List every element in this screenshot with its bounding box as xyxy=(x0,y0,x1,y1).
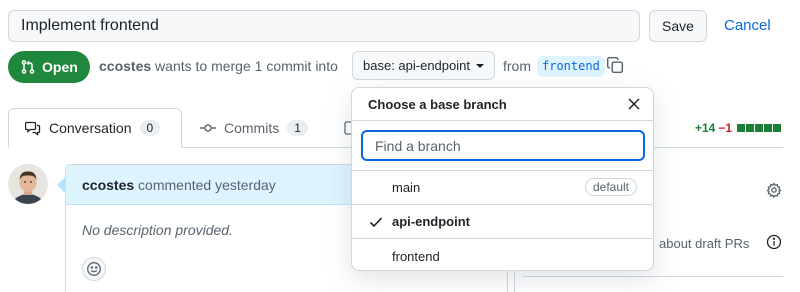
copy-icon[interactable] xyxy=(606,56,624,74)
caret-down-icon xyxy=(475,63,484,68)
head-branch-chip[interactable]: frontend xyxy=(537,56,605,77)
pr-merge-summary: ccostes wants to merge 1 commit into xyxy=(99,58,338,74)
cancel-link[interactable]: Cancel xyxy=(724,17,771,34)
from-text: from xyxy=(503,58,531,74)
comment-action: commented yesterday xyxy=(138,177,276,193)
branch-filter-input[interactable] xyxy=(361,130,645,161)
dropdown-header: Choose a base branch xyxy=(352,88,653,121)
branch-option-label: api-endpoint xyxy=(392,214,470,229)
pr-author-link[interactable]: ccostes xyxy=(99,58,151,74)
base-branch-dropdown: Choose a base branch main default api-en… xyxy=(351,87,654,271)
branch-option-main[interactable]: main default xyxy=(352,171,653,205)
merge-text: wants to merge 1 commit into xyxy=(155,58,338,74)
gear-icon[interactable] xyxy=(766,182,782,198)
base-branch-select[interactable]: base: api-endpoint xyxy=(352,51,495,80)
add-reaction-button[interactable] xyxy=(82,257,106,281)
base-branch-label: base: api-endpoint xyxy=(363,58,470,73)
tab-conversation-count: 0 xyxy=(139,120,161,136)
save-button[interactable]: Save xyxy=(649,10,707,42)
diff-additions: +14 xyxy=(695,121,716,135)
branch-option-api-endpoint[interactable]: api-endpoint xyxy=(352,205,653,239)
tab-commits-label: Commits xyxy=(224,120,280,136)
comment-discussion-icon xyxy=(25,121,41,136)
avatar[interactable] xyxy=(8,164,48,204)
tab-commits[interactable]: Commits 1 xyxy=(200,108,308,148)
pr-state-badge: Open xyxy=(8,51,90,83)
comment-pointer xyxy=(57,177,65,193)
pr-state-label: Open xyxy=(42,59,78,75)
branch-option-label: frontend xyxy=(392,248,440,264)
info-icon[interactable] xyxy=(766,234,782,250)
diffstat-bar xyxy=(737,124,782,132)
diffstat: +14 −1 xyxy=(695,121,782,135)
comment-author[interactable]: ccostes xyxy=(82,177,134,193)
default-branch-badge: default xyxy=(584,178,637,196)
dropdown-title: Choose a base branch xyxy=(368,97,507,112)
tab-conversation[interactable]: Conversation 0 xyxy=(8,108,182,148)
branch-option-frontend[interactable]: frontend xyxy=(352,239,653,273)
tab-conversation-label: Conversation xyxy=(49,120,132,136)
sidebar-separator xyxy=(523,276,783,277)
diff-deletions: −1 xyxy=(718,121,733,135)
tab-commits-count: 1 xyxy=(287,120,308,136)
close-icon[interactable] xyxy=(627,97,641,111)
comment-body: No description provided. xyxy=(82,222,233,238)
smiley-icon xyxy=(87,262,101,276)
branch-filter-wrap xyxy=(352,121,653,171)
check-icon xyxy=(369,216,383,227)
pr-title-input[interactable]: Implement frontend xyxy=(8,10,640,42)
git-commit-icon xyxy=(200,124,216,132)
branch-option-label: main xyxy=(392,180,421,195)
draft-pr-help-text[interactable]: about draft PRs xyxy=(659,236,749,251)
pull-request-icon xyxy=(21,60,35,74)
